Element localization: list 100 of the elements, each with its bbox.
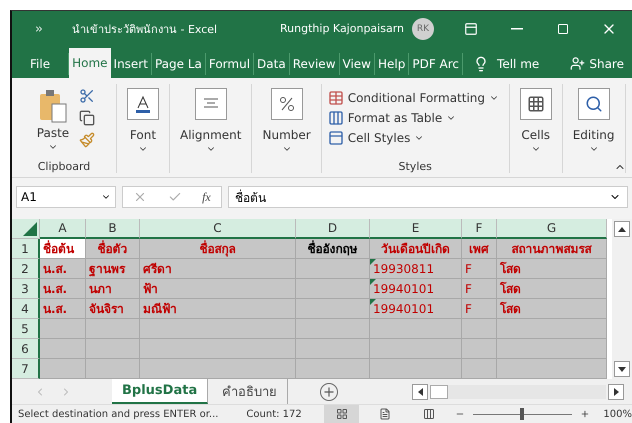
style-menu-button[interactable]: Conditional Formatting <box>328 88 500 108</box>
table-cell: ฟ้า <box>140 279 296 300</box>
table-cell: 19930811 <box>370 259 462 280</box>
ribbon-tab[interactable]: Data <box>254 53 290 76</box>
column-header[interactable]: F <box>462 219 497 240</box>
font-color-icon <box>127 88 159 120</box>
row-header[interactable]: 1 <box>12 239 40 260</box>
ribbon-tab[interactable]: Page La <box>152 53 206 76</box>
window-title: นำเข้าประวัติพนักงาน - Excel <box>72 22 218 38</box>
column-header[interactable]: B <box>86 219 140 240</box>
table-cell: น.ส. <box>40 279 86 300</box>
user-avatar: RK <box>412 18 434 40</box>
column-header[interactable]: C <box>140 219 296 240</box>
plus-icon <box>322 384 336 399</box>
copy-icon[interactable] <box>79 110 96 126</box>
table-cell: F <box>462 259 497 280</box>
row-header[interactable]: 2 <box>12 259 40 280</box>
table-cell <box>462 339 497 360</box>
table-cell: โสด <box>497 279 607 300</box>
add-sheet-button[interactable] <box>320 382 338 401</box>
share-button[interactable]: Share <box>570 54 624 74</box>
sheet-tab[interactable]: BplusData <box>112 379 208 404</box>
quick-access-icon[interactable] <box>34 24 44 34</box>
ribbon-tab[interactable]: Review <box>290 53 340 76</box>
number-button[interactable]: Number <box>258 88 315 154</box>
group-label: Styles <box>398 160 432 173</box>
table-cell <box>86 359 140 380</box>
cut-icon[interactable] <box>79 88 96 104</box>
table-cell: เพศ <box>462 239 497 260</box>
table-cell <box>40 339 86 360</box>
zoom-in-icon[interactable] <box>580 409 590 419</box>
column-header[interactable]: G <box>497 219 607 240</box>
table-cell: F <box>462 279 497 300</box>
columns-icon <box>422 408 435 420</box>
row-header[interactable]: 6 <box>12 339 40 360</box>
table-cell: ชื่ออังกฤษ <box>296 239 370 260</box>
ribbon-tab[interactable]: Insert <box>110 53 152 76</box>
table-format-icon <box>328 110 344 126</box>
table-cell: ฐานพร <box>86 259 140 280</box>
table-cell <box>462 359 497 380</box>
row-header[interactable]: 4 <box>12 299 40 320</box>
table-cell <box>86 339 140 360</box>
row-header[interactable]: 5 <box>12 319 40 340</box>
table-cell: น.ส. <box>40 299 86 320</box>
panel-icon <box>464 22 478 36</box>
table-cell <box>462 319 497 340</box>
table-cell: F <box>462 299 497 320</box>
table-cell: นภา <box>86 279 140 300</box>
scroll-thumb[interactable] <box>430 384 448 399</box>
scroll-up-button[interactable] <box>614 221 630 238</box>
ribbon-tab[interactable]: Help <box>375 53 410 76</box>
triangle-icon <box>23 222 37 236</box>
scroll-right-button[interactable] <box>608 384 624 400</box>
table-cell <box>40 359 86 380</box>
table-cell: โสด <box>497 259 607 280</box>
table-cell: ชื่อต้น <box>40 239 86 260</box>
scroll-left-button[interactable] <box>412 384 428 400</box>
format-painter-icon[interactable] <box>79 132 96 148</box>
user-name: Rungthip Kajonpaisarn <box>280 22 404 35</box>
row-header[interactable]: 3 <box>12 279 40 300</box>
ribbon-tab[interactable]: View <box>340 53 375 76</box>
formula-field[interactable]: ชื่อต้น <box>228 186 628 208</box>
align-center-icon <box>194 88 227 120</box>
column-header[interactable]: E <box>370 219 462 240</box>
style-menu-button[interactable]: Cell Styles <box>328 128 424 148</box>
column-header[interactable]: A <box>40 219 86 240</box>
grid-icon <box>336 408 348 420</box>
ribbon-tab[interactable]: Formul <box>206 53 254 76</box>
name-box[interactable]: A1 <box>16 186 116 208</box>
ribbon-tab[interactable]: PDF Arc <box>409 53 464 76</box>
table-cell <box>86 319 140 340</box>
cells-button[interactable]: Cells <box>516 88 556 154</box>
up-arrow-icon <box>618 226 626 232</box>
search-icon <box>578 88 610 120</box>
person-icon <box>570 56 586 72</box>
editing-button[interactable]: Editing <box>568 88 618 154</box>
column-header[interactable]: D <box>296 219 370 240</box>
table-cell: วันเดือนปีเกิด <box>370 239 462 260</box>
paste-button[interactable]: Paste <box>32 88 74 152</box>
zoom-level: 100% <box>603 408 632 420</box>
table-cell: 19940101 <box>370 299 462 320</box>
insert-function-button[interactable]: fx <box>202 190 211 205</box>
conditional-format-icon <box>328 90 344 106</box>
clipboard-icon <box>38 88 68 124</box>
normal-view-button[interactable] <box>324 405 360 423</box>
tell-me-field[interactable]: Tell me <box>497 57 540 72</box>
ribbon-tab[interactable]: Home <box>69 48 111 78</box>
row-header[interactable]: 7 <box>12 359 40 380</box>
table-cell: สถานภาพสมรส <box>497 239 607 260</box>
zoom-slider-thumb[interactable] <box>520 408 524 420</box>
scroll-down-button[interactable] <box>614 361 630 378</box>
font-button[interactable]: Font <box>123 88 163 154</box>
right-arrow-icon <box>614 388 618 396</box>
select-all-button[interactable] <box>12 219 40 240</box>
style-menu-button[interactable]: Format as Table <box>328 108 456 128</box>
percent-icon <box>270 88 303 120</box>
table-cell: น.ส. <box>40 259 86 280</box>
maximize-icon <box>557 22 569 34</box>
alignment-button[interactable]: Alignment <box>176 88 246 154</box>
group-label: Clipboard <box>38 160 90 173</box>
